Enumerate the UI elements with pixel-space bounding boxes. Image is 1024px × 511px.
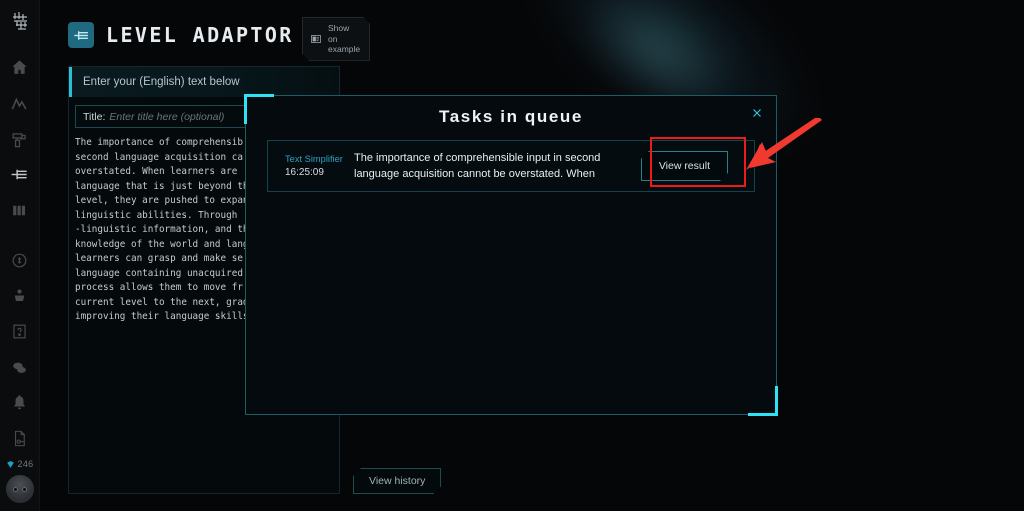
example-board-icon xyxy=(310,33,322,45)
gem-icon xyxy=(6,460,15,469)
show-on-example-line1: Show on xyxy=(328,23,350,44)
app-header: LEVEL ADAPTOR Show on example xyxy=(68,22,294,48)
show-on-example-label: Show on example xyxy=(328,23,360,55)
dialog-title: Tasks in queue xyxy=(439,107,583,126)
brand-glyph-icon[interactable] xyxy=(8,10,32,39)
input-panel-heading: Enter your (English) text below xyxy=(69,67,339,97)
sidebar-item-ink[interactable] xyxy=(5,281,35,311)
sidebar-item-chat[interactable] xyxy=(5,352,35,382)
sidebar-item-level-adaptor[interactable] xyxy=(5,160,35,190)
task-type-label: Text Simplifier xyxy=(285,154,343,164)
sidebar-item-documents[interactable] xyxy=(5,424,35,454)
sidebar-item-help[interactable] xyxy=(5,317,35,347)
table-row: Text Simplifier 16:25:09 The importance … xyxy=(267,140,755,192)
show-on-example-line2: example xyxy=(328,44,361,55)
avatar-eye-right xyxy=(21,486,27,492)
gem-count: 246 xyxy=(17,459,34,470)
title-label: Title: xyxy=(83,110,106,123)
sidebar-item-analytics[interactable] xyxy=(5,89,35,119)
close-icon[interactable] xyxy=(749,105,765,121)
sidebar-item-library[interactable] xyxy=(5,196,35,226)
show-on-example-button[interactable]: Show on example xyxy=(302,17,370,61)
avatar-eye-left xyxy=(12,486,18,492)
sidebar-item-rewards[interactable] xyxy=(5,245,35,275)
page-title: LEVEL ADAPTOR xyxy=(106,23,294,47)
sidebar-item-home[interactable] xyxy=(5,53,35,83)
title-placeholder: Enter title here (optional) xyxy=(109,110,225,123)
level-adaptor-logo-icon xyxy=(68,22,94,48)
task-meta: Text Simplifier 16:25:09 xyxy=(268,154,354,178)
dialog-corner-bottom-right xyxy=(748,386,778,416)
task-snippet: The importance of comprehensible input i… xyxy=(354,152,601,180)
sidebar-item-notifications[interactable] xyxy=(5,388,35,418)
avatar[interactable] xyxy=(5,475,34,504)
gem-balance[interactable]: 246 xyxy=(6,459,34,469)
tasks-in-queue-dialog: Tasks in queue Text Simplifier 16:25:09 … xyxy=(244,94,778,416)
task-time: 16:25:09 xyxy=(285,167,324,178)
sidebar-item-paint[interactable] xyxy=(5,124,35,154)
sidebar: 246 xyxy=(0,0,40,511)
view-result-button[interactable]: View result xyxy=(641,151,728,181)
view-history-button[interactable]: View history xyxy=(353,468,441,494)
